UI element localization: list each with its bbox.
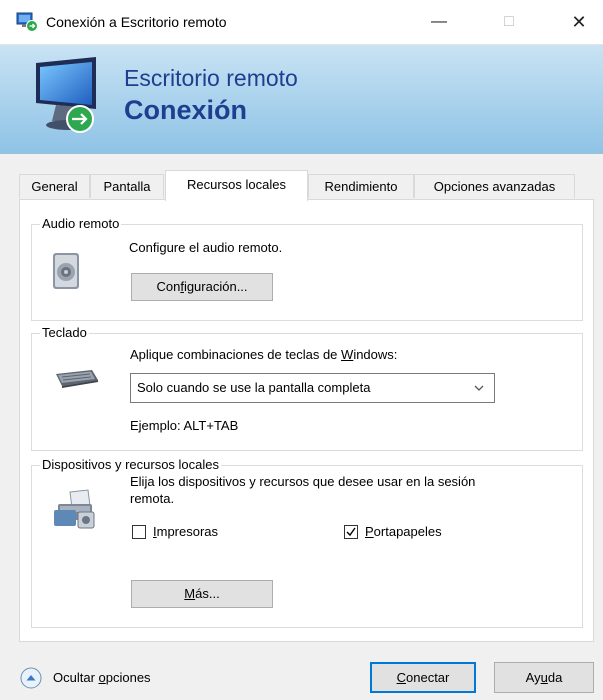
more-devices-button[interactable]: Más...: [131, 580, 273, 608]
title-bar: Conexión a Escritorio remoto — □ ✕: [0, 0, 603, 45]
keyboard-description: Aplique combinaciones de teclas de Windo…: [130, 347, 398, 362]
keyboard-example: Ejemplo: ALT+TAB: [130, 418, 239, 433]
audio-group-label: Audio remoto: [40, 216, 122, 231]
close-button[interactable]: ✕: [556, 0, 602, 44]
printers-label[interactable]: Impresoras: [153, 524, 218, 539]
speaker-icon: [53, 253, 79, 289]
footer-bar: Ocultar opciones Conectar Ayuda: [0, 650, 603, 700]
devices-description-line1: Elija los dispositivos y recursos que de…: [130, 474, 476, 489]
clipboard-label[interactable]: Portapapeles: [365, 524, 442, 539]
printers-checkbox[interactable]: [132, 525, 146, 539]
clipboard-checkbox[interactable]: [344, 525, 358, 539]
checkmark-icon: [346, 527, 356, 537]
hide-options-link[interactable]: Ocultar opciones: [53, 670, 151, 685]
help-button[interactable]: Ayuda: [494, 662, 594, 693]
tab-recursos-locales[interactable]: Recursos locales: [165, 170, 308, 201]
keyboard-combination-select[interactable]: Solo cuando se use la pantalla completa: [130, 373, 495, 403]
header-banner: Escritorio remoto Conexión: [0, 45, 603, 154]
devices-group-label: Dispositivos y recursos locales: [40, 457, 222, 472]
keyboard-group-label: Teclado: [40, 325, 89, 340]
keyboard-select-value: Solo cuando se use la pantalla completa: [137, 380, 371, 395]
tab-pantalla[interactable]: Pantalla: [90, 174, 164, 198]
banner-title-line2: Conexión: [124, 95, 248, 125]
tab-opciones-avanzadas[interactable]: Opciones avanzadas: [414, 174, 575, 198]
minimize-button[interactable]: —: [416, 0, 462, 44]
audio-description: Configure el audio remoto.: [129, 240, 283, 255]
maximize-button[interactable]: □: [486, 0, 532, 44]
chevron-down-icon: [474, 374, 484, 412]
window-title: Conexión a Escritorio remoto: [46, 14, 227, 30]
remote-desktop-logo-icon: [36, 57, 96, 133]
tab-panel-recursos-locales: Audio remoto Configure el audio remoto. …: [19, 199, 594, 642]
configure-audio-button[interactable]: Configuración...: [131, 273, 273, 301]
collapse-options-icon[interactable]: [20, 667, 42, 689]
tab-rendimiento[interactable]: Rendimiento: [308, 174, 414, 198]
remote-desktop-app-icon: [16, 12, 38, 32]
keyboard-icon: [56, 370, 98, 388]
audio-group: Audio remoto Configure el audio remoto. …: [31, 216, 583, 321]
keyboard-group: Teclado Aplique combinaciones de teclas …: [31, 325, 583, 451]
tab-general[interactable]: General: [19, 174, 90, 198]
banner-title-line1: Escritorio remoto: [124, 65, 298, 91]
devices-icon: [54, 489, 95, 529]
devices-group: Dispositivos y recursos locales Elija lo…: [31, 457, 583, 628]
connect-button[interactable]: Conectar: [370, 662, 476, 693]
devices-description-line2: remota.: [130, 491, 175, 506]
